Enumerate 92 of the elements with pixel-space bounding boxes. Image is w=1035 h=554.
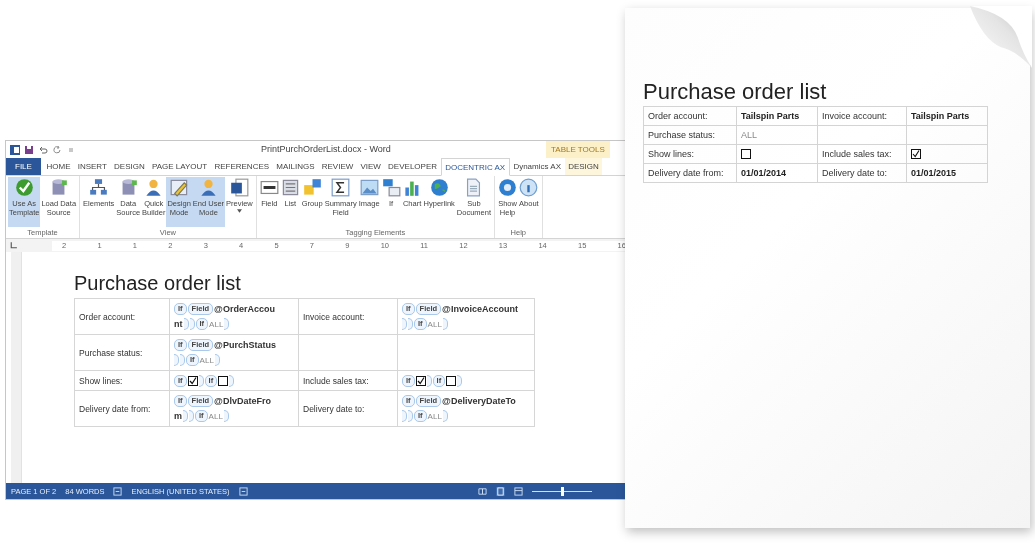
default-text: ALL	[427, 411, 442, 421]
field-label: Include sales tax:	[822, 149, 892, 159]
if-icon	[381, 178, 401, 197]
ribbon-tab[interactable]: DEVELOPER	[384, 158, 441, 175]
default-text: ALL	[427, 319, 442, 329]
tag-end-chip[interactable]	[189, 410, 194, 422]
tag-end-chip[interactable]	[183, 318, 189, 330]
default-text: ALL	[209, 319, 224, 329]
field-label: Show lines:	[79, 375, 123, 386]
field-value: 01/01/2014	[741, 168, 787, 178]
field-expression: @DeliveryDateTo	[442, 396, 516, 406]
tag-end-chip[interactable]	[198, 374, 204, 387]
ribbon-tab[interactable]: DESIGN	[110, 158, 149, 175]
image-icon	[359, 178, 379, 197]
tag-end-chip[interactable]	[408, 410, 413, 422]
globe-icon	[429, 178, 449, 197]
document-title: Purchase order list	[643, 78, 828, 106]
summary-icon	[331, 178, 351, 197]
ribbon-tab[interactable]: Dynamics AX	[509, 158, 565, 175]
tag-end-chip[interactable]	[180, 354, 185, 366]
hierarchy-icon	[89, 178, 109, 197]
ribbon-tab[interactable]: REFERENCES	[210, 158, 273, 175]
tag-end-chip[interactable]	[224, 318, 230, 330]
field-icon	[259, 178, 279, 197]
field-label: Delivery date from:	[648, 168, 724, 178]
web-layout-icon[interactable]	[514, 486, 523, 496]
word-document-icon	[229, 178, 249, 197]
field-label: Order account:	[79, 311, 136, 322]
field-label: Delivery date from:	[79, 403, 151, 414]
field-expression: @DlvDateFro	[214, 396, 271, 406]
tag-end-chip[interactable]	[214, 354, 220, 366]
list-icon	[280, 178, 300, 197]
status-icon[interactable]	[113, 486, 123, 496]
field-label: Order account:	[648, 111, 708, 121]
window-title: PrintPurchOrderList.docx - Word	[261, 144, 391, 154]
print-layout-icon[interactable]	[496, 486, 505, 496]
field-label: Delivery date to:	[822, 168, 888, 178]
ribbon-tab[interactable]: INSERT	[74, 158, 111, 175]
tag-end-chip[interactable]	[174, 354, 179, 366]
tag-end-chip[interactable]	[183, 410, 188, 422]
page-curl-drawing	[970, 6, 1032, 68]
field-expression: m	[174, 411, 182, 421]
document-title: Purchase order list	[74, 272, 242, 295]
help-icon	[498, 178, 518, 197]
word-logo-icon[interactable]	[10, 144, 20, 155]
tag-end-chip[interactable]	[402, 410, 407, 422]
squares-icon	[302, 178, 322, 197]
check-circle-icon	[14, 178, 34, 197]
field-label: Delivery date to:	[303, 403, 365, 414]
contextual-tab-header: TABLE TOOLS	[546, 141, 610, 158]
ribbon-tab[interactable]: DESIGN	[564, 158, 603, 175]
field-expression: @InvoiceAccount	[442, 304, 518, 314]
tag-end-chip[interactable]	[408, 318, 413, 330]
status-icon[interactable]	[238, 486, 248, 496]
field-value: Tailspin Parts	[741, 111, 800, 121]
field-value: 01/01/2015	[911, 168, 957, 178]
ribbon-tab[interactable]: PAGE LAYOUT	[148, 158, 211, 175]
ribbon-tab[interactable]: FILE	[6, 158, 41, 175]
redo-icon[interactable]	[52, 144, 62, 155]
tag-end-chip[interactable]	[402, 318, 407, 330]
field-value: ALL	[741, 130, 757, 140]
save-icon[interactable]	[24, 144, 34, 155]
ribbon-tab[interactable]: VIEW	[356, 158, 385, 175]
field-expression: nt	[174, 319, 183, 329]
field-label: Purchase status:	[648, 130, 716, 140]
field-label: Purchase status:	[79, 347, 143, 358]
tag-end-chip[interactable]	[442, 318, 448, 330]
field-label: Include sales tax:	[303, 375, 369, 386]
field-label: Invoice account:	[822, 111, 888, 121]
undo-icon[interactable]	[38, 144, 48, 155]
read-mode-icon[interactable]	[478, 486, 487, 496]
tag-end-chip[interactable]	[442, 410, 448, 422]
tag-end-chip[interactable]	[229, 374, 235, 387]
tag-end-chip[interactable]	[189, 318, 195, 330]
ribbon-tab[interactable]: REVIEW	[318, 158, 357, 175]
info-icon	[519, 178, 539, 197]
default-text: ALL	[208, 411, 223, 421]
tab-stop-icon[interactable]	[9, 241, 18, 250]
tag-end-chip[interactable]	[457, 374, 463, 387]
pencil-icon	[169, 178, 189, 197]
ribbon-tab[interactable]: MAILINGS	[272, 158, 319, 175]
ribbon-tab[interactable]: DOCENTRIC AX	[440, 158, 510, 176]
field-label: Invoice account:	[303, 311, 365, 322]
field-expression: @OrderAccou	[214, 304, 275, 314]
ribbon-tab[interactable]: HOME	[42, 158, 75, 175]
field-expression: @PurchStatus	[214, 340, 276, 350]
field-label: Show lines:	[648, 149, 695, 159]
field-value: Tailspin Parts	[911, 111, 970, 121]
default-text: ALL	[199, 355, 214, 365]
tag-end-chip[interactable]	[426, 374, 432, 387]
zoom-slider-thumb[interactable]	[561, 486, 564, 496]
tag-end-chip[interactable]	[223, 410, 229, 422]
